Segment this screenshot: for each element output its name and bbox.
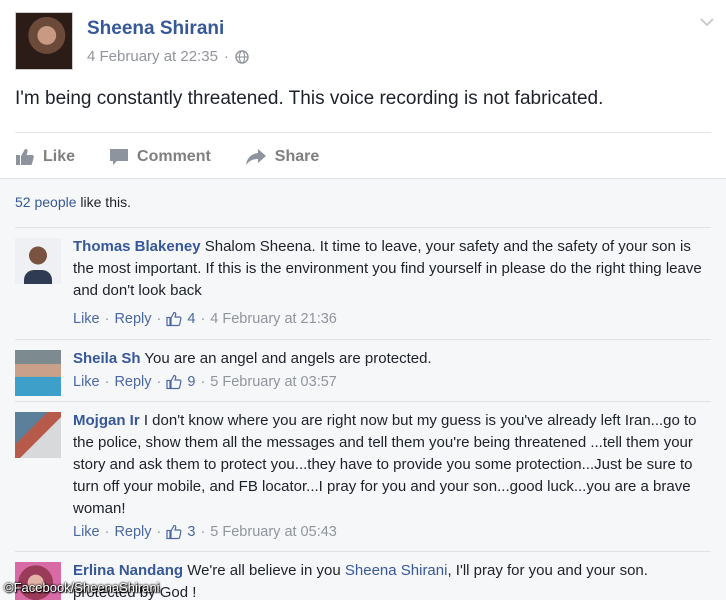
comment-actions: Like · Reply · 4 · 4 February at 21:36 xyxy=(73,311,337,327)
author-name[interactable]: Sheena Shirani xyxy=(87,18,224,40)
comment-reply-link[interactable]: Reply xyxy=(114,311,151,327)
comment-actions: Like · Reply · 3 · 5 February at 05:43 xyxy=(73,524,337,540)
chevron-down-icon[interactable] xyxy=(699,16,715,28)
post-header: Sheena Shirani 4 February at 22:35 · xyxy=(15,12,715,74)
thumbs-up-icon xyxy=(16,149,34,165)
share-label: Share xyxy=(274,148,320,165)
post-actions: Like Comment Share xyxy=(15,144,319,170)
commenter-name[interactable]: Erlina Nandang xyxy=(73,562,183,579)
comment-timestamp[interactable]: 4 February at 21:36 xyxy=(210,311,337,327)
post-timestamp[interactable]: 4 February at 22:35 xyxy=(87,48,218,65)
comment-body: Mojgan Ir I don't know where you are rig… xyxy=(73,410,705,520)
facebook-post: Sheena Shirani 4 February at 22:35 · I'm… xyxy=(0,0,726,600)
share-icon xyxy=(245,149,266,165)
comment-like-count[interactable]: 4 xyxy=(187,311,195,327)
post-meta: 4 February at 22:35 · xyxy=(87,48,249,65)
dot-separator: · xyxy=(104,311,110,327)
likes-summary-suffix: like this. xyxy=(76,194,131,210)
commenter-name[interactable]: Sheila Sh xyxy=(73,350,141,367)
share-button[interactable]: Share xyxy=(245,148,319,166)
commenter-avatar[interactable] xyxy=(15,412,61,458)
comment: Mojgan Ir I don't know where you are rig… xyxy=(15,401,711,551)
comment-text: We're all believe in you xyxy=(183,562,345,579)
dot-separator: · xyxy=(156,311,162,327)
thumbs-up-outline-icon xyxy=(166,524,182,540)
comment-timestamp[interactable]: 5 February at 03:57 xyxy=(210,374,337,390)
mention-link[interactable]: Sheena Shirani xyxy=(345,562,448,579)
commenter-name[interactable]: Thomas Blakeney xyxy=(73,238,201,255)
comment-like-link[interactable]: Like xyxy=(73,374,100,390)
thumbs-up-outline-icon xyxy=(166,311,182,327)
comment-reply-link[interactable]: Reply xyxy=(114,374,151,390)
likes-count-link[interactable]: 52 people xyxy=(15,194,77,210)
comment: Thomas Blakeney Shalom Sheena. It time t… xyxy=(15,227,711,343)
commenter-name[interactable]: Mojgan Ir xyxy=(73,412,140,429)
comment-like-count[interactable]: 3 xyxy=(187,524,195,540)
commenter-avatar[interactable] xyxy=(15,238,61,284)
comment-like-link[interactable]: Like xyxy=(73,311,100,327)
comment-label: Comment xyxy=(137,148,211,165)
meta-separator: · xyxy=(223,48,229,65)
like-label: Like xyxy=(43,148,76,165)
image-watermark: ©Facebook/SheenaShirani xyxy=(4,580,160,595)
author-avatar[interactable] xyxy=(15,12,73,70)
comment-text: I don't know where you are right now but… xyxy=(73,412,697,517)
dot-separator: · xyxy=(200,524,206,540)
comment-body: Thomas Blakeney Shalom Sheena. It time t… xyxy=(73,236,705,302)
comment: Sheila Sh You are an angel and angels ar… xyxy=(15,339,711,401)
comment-timestamp[interactable]: 5 February at 05:43 xyxy=(210,524,337,540)
divider xyxy=(15,132,711,133)
comment-actions: Like · Reply · 9 · 5 February at 03:57 xyxy=(73,374,337,390)
commenter-avatar[interactable] xyxy=(15,350,61,396)
comment-like-link[interactable]: Like xyxy=(73,524,100,540)
likes-summary: 52 people like this. xyxy=(15,194,131,210)
post-text: I'm being constantly threatened. This vo… xyxy=(15,88,604,109)
comments-section: 52 people like this. Thomas Blakeney Sha… xyxy=(0,178,726,600)
like-button[interactable]: Like xyxy=(15,148,75,166)
comment-body: Sheila Sh You are an angel and angels ar… xyxy=(73,348,705,370)
dot-separator: · xyxy=(200,374,206,390)
dot-separator: · xyxy=(156,524,162,540)
thumbs-up-outline-icon xyxy=(166,374,182,390)
dot-separator: · xyxy=(156,374,162,390)
comment-reply-link[interactable]: Reply xyxy=(114,524,151,540)
dot-separator: · xyxy=(104,374,110,390)
comment-body: Erlina Nandang We're all believe in you … xyxy=(73,560,705,600)
comment-button[interactable]: Comment xyxy=(109,148,211,166)
dot-separator: · xyxy=(104,524,110,540)
comment-like-count[interactable]: 9 xyxy=(187,374,195,390)
globe-icon xyxy=(235,49,249,64)
dot-separator: · xyxy=(200,311,206,327)
comment-icon xyxy=(110,149,129,165)
comment-text: You are an angel and angels are protecte… xyxy=(140,350,432,367)
